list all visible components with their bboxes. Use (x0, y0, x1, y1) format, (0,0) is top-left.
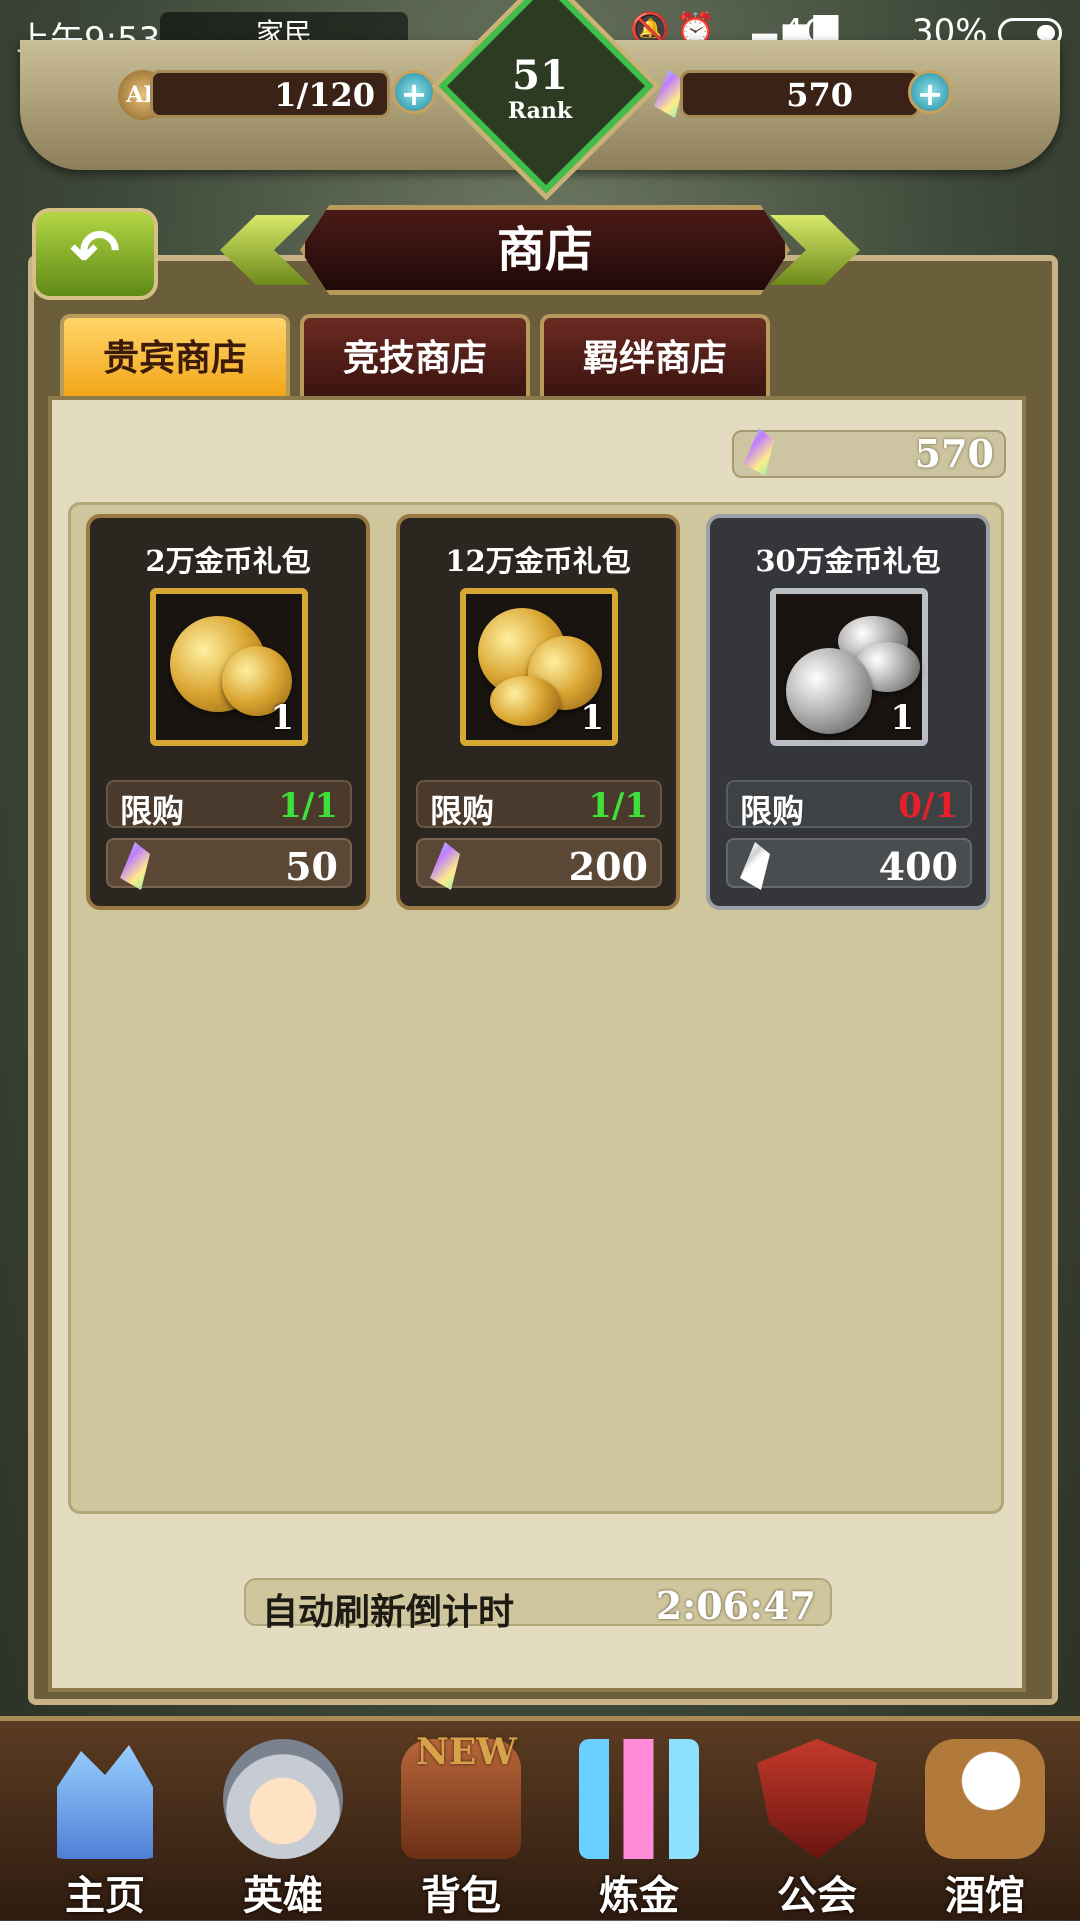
refresh-countdown: 自动刷新倒计时 2:06:47 (244, 1578, 832, 1633)
price-button[interactable]: 50 (106, 838, 352, 890)
bottom-nav: 主页 英雄 NEW 背包 炼金 公会 酒馆 (0, 1716, 1080, 1920)
price-value: 50 (285, 844, 338, 889)
refresh-timer: 2:06:47 (655, 1583, 816, 1628)
nav-label: 背包 (421, 1873, 501, 1919)
rank-number: 51 (512, 52, 568, 99)
page-title: 商店 (300, 205, 790, 295)
nav-alchemy[interactable]: 炼金 (554, 1731, 724, 1921)
tab-vip-shop[interactable]: 贵宾商店 (60, 314, 290, 400)
nav-label: 公会 (777, 1873, 857, 1919)
crystal-icon (120, 842, 150, 890)
nav-label: 英雄 (243, 1873, 323, 1919)
limit-label: 限购 (120, 792, 185, 830)
purchase-limit: 限购 1/1 (106, 780, 352, 830)
potion-flasks-icon (579, 1739, 699, 1859)
tavern-beer-icon (925, 1739, 1045, 1859)
purchase-limit: 限购 1/1 (416, 780, 662, 830)
back-arrow-icon: ↶ (69, 217, 121, 287)
nav-label: 主页 (65, 1873, 145, 1919)
nav-label: 酒馆 (945, 1873, 1025, 1919)
nav-home[interactable]: 主页 (20, 1731, 190, 1921)
nav-backpack[interactable]: NEW 背包 (376, 1731, 546, 1921)
price-button[interactable]: 400 (726, 838, 972, 890)
gold-coins-icon: 1 (460, 588, 618, 746)
rank-label: Rank (507, 98, 573, 124)
tab-bond-shop[interactable]: 羁绊商店 (540, 314, 770, 398)
new-badge: NEW (416, 1731, 517, 1773)
item-quantity: 1 (270, 698, 294, 738)
item-title: 2万金币礼包 (145, 544, 311, 578)
price-value: 400 (878, 844, 958, 889)
limit-value: 0/1 (898, 786, 958, 826)
shop-item-card[interactable]: 30万金币礼包 1 限购 0/1 400 (706, 514, 990, 910)
item-title: 12万金币礼包 (445, 544, 631, 578)
silver-coins-icon: 1 (770, 588, 928, 746)
limit-value: 1/1 (588, 786, 648, 826)
price-value: 200 (568, 844, 648, 889)
tab-arena-shop[interactable]: 竞技商店 (300, 314, 530, 398)
shop-item-card[interactable]: 2万金币礼包 1 限购 1/1 50 (86, 514, 370, 910)
limit-value: 1/1 (278, 786, 338, 826)
item-quantity: 1 (890, 698, 914, 738)
castle-icon (57, 1745, 153, 1859)
shop-item-card[interactable]: 12万金币礼包 1 限购 1/1 200 (396, 514, 680, 910)
refresh-label: 自动刷新倒计时 (262, 1592, 515, 1633)
item-title: 30万金币礼包 (755, 544, 941, 578)
item-quantity: 1 (580, 698, 604, 738)
guild-shield-icon (757, 1739, 877, 1859)
nav-heroes[interactable]: 英雄 (198, 1731, 368, 1921)
crystal-icon (430, 842, 460, 890)
limit-label: 限购 (740, 792, 805, 830)
add-crystals-button[interactable]: + (908, 70, 952, 114)
add-ap-button[interactable]: + (392, 70, 436, 114)
nav-label: 炼金 (599, 1873, 679, 1919)
limit-label: 限购 (430, 792, 495, 830)
gold-coins-icon: 1 (150, 588, 308, 746)
purchase-limit: 限购 0/1 (726, 780, 972, 830)
price-button[interactable]: 200 (416, 838, 662, 890)
shop-currency-display: 570 (732, 430, 1006, 478)
nav-tavern[interactable]: 酒馆 (900, 1731, 1070, 1921)
crystal-icon (740, 842, 770, 890)
nav-guild[interactable]: 公会 (732, 1731, 902, 1921)
ap-counter: 1/120 (150, 70, 390, 118)
crystal-counter: 570 (680, 70, 920, 118)
back-button[interactable]: ↶ (32, 208, 158, 300)
hero-helmet-icon (223, 1739, 343, 1859)
